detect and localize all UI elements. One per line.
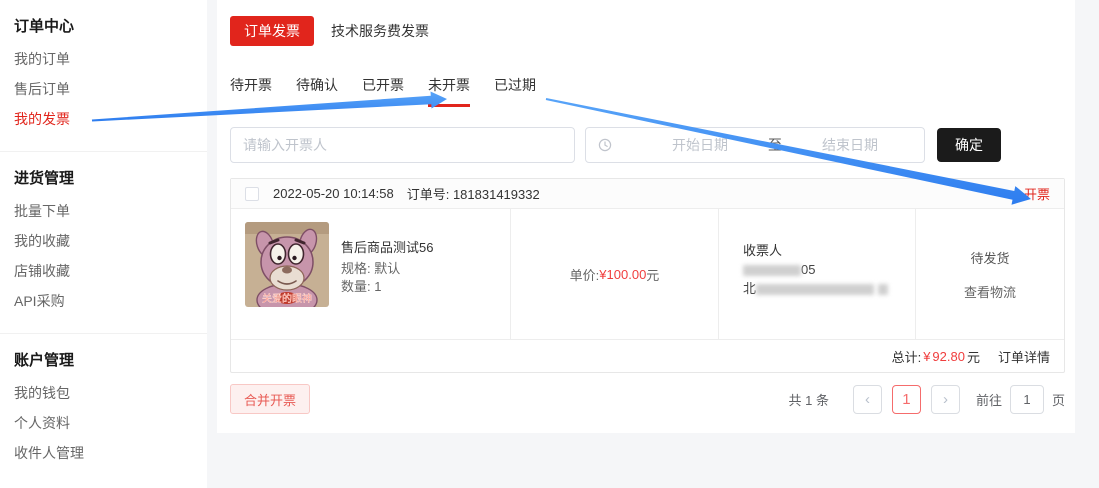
- unit-price-label: 单价:: [570, 265, 600, 284]
- invoice-type-row: 订单发票 技术服务费发票: [230, 16, 1065, 46]
- tab-not-invoiced[interactable]: 未开票: [428, 75, 470, 107]
- chevron-right-icon: ›: [943, 391, 948, 408]
- panel-footer: 合并开票 共 1 条 ‹ 1 › 前往 页: [230, 384, 1065, 414]
- sidebar-section-order-center: 订单中心 我的订单 售后订单 我的发票: [0, 0, 207, 152]
- product-image[interactable]: 关爱的眼神: [245, 222, 329, 307]
- next-page-button[interactable]: ›: [931, 385, 960, 414]
- order-total-row: 总计: ¥ 92.80 元 订单详情: [231, 339, 1064, 372]
- unit-price-unit: 元: [646, 265, 659, 284]
- order-card-body: 关爱的眼神 售后商品测试56 规格: 默认 数量: 1 单价: ¥ 100.00…: [231, 209, 1064, 339]
- end-date-field[interactable]: 结束日期: [788, 135, 912, 155]
- tab-invoiced[interactable]: 已开票: [362, 75, 404, 107]
- clock-icon: [598, 138, 612, 152]
- payee-search-input[interactable]: [230, 127, 575, 163]
- page-1-button[interactable]: 1: [892, 385, 921, 414]
- product-image-caption: 关爱的眼神: [262, 292, 312, 305]
- sidebar-item-recipient-management[interactable]: 收件人管理: [14, 438, 193, 468]
- receiver-address: 北: [743, 280, 905, 298]
- unit-price-currency: ¥: [599, 267, 606, 282]
- sidebar-item-my-invoices[interactable]: 我的发票: [14, 104, 193, 134]
- confirm-button[interactable]: 确定: [937, 128, 1001, 162]
- total-label: 总计:: [892, 347, 922, 366]
- view-logistics-link[interactable]: 查看物流: [964, 282, 1016, 301]
- sidebar-item-my-wallet[interactable]: 我的钱包: [14, 378, 193, 408]
- unit-price-amount: 100.00: [607, 267, 647, 282]
- sidebar-item-my-orders[interactable]: 我的订单: [14, 44, 193, 74]
- phone-redacted-blur: [743, 265, 801, 276]
- goto-label: 前往: [976, 390, 1002, 409]
- sidebar-section-account: 账户管理 我的钱包 个人资料 收件人管理: [0, 334, 207, 485]
- tab-pending-confirm[interactable]: 待确认: [296, 75, 338, 107]
- status-cell: 待发货 查看物流: [916, 209, 1064, 339]
- sidebar-item-shop-favorites[interactable]: 店铺收藏: [14, 256, 193, 286]
- sidebar-section-title: 账户管理: [14, 349, 193, 373]
- address-redacted-blur: [756, 284, 874, 295]
- merge-invoice-button[interactable]: 合并开票: [230, 384, 310, 414]
- order-datetime: 2022-05-20 10:14:58: [273, 186, 394, 201]
- tab-pending-invoice[interactable]: 待开票: [230, 75, 272, 107]
- tab-expired[interactable]: 已过期: [494, 75, 536, 107]
- chevron-left-icon: ‹: [865, 391, 870, 408]
- address-redacted-blur-tail: [878, 284, 888, 295]
- sidebar-section-title: 进货管理: [14, 167, 193, 191]
- total-amount: 92.80: [932, 349, 965, 364]
- receiver-cell: 收票人 05 北: [719, 209, 916, 339]
- sidebar-section-title: 订单中心: [14, 15, 193, 39]
- order-checkbox[interactable]: [245, 187, 259, 201]
- total-unit: 元: [967, 347, 980, 366]
- sidebar-item-aftersale-orders[interactable]: 售后订单: [14, 74, 193, 104]
- sidebar-item-my-favorites[interactable]: 我的收藏: [14, 226, 193, 256]
- phone-visible-suffix: 05: [801, 262, 815, 277]
- sidebar-item-bulk-order[interactable]: 批量下单: [14, 196, 193, 226]
- sidebar-item-profile[interactable]: 个人资料: [14, 408, 193, 438]
- product-name[interactable]: 售后商品测试56: [341, 239, 433, 257]
- product-quantity: 数量: 1: [341, 278, 433, 296]
- receiver-title: 收票人: [743, 242, 905, 260]
- pagination-total: 共 1 条: [789, 390, 829, 409]
- order-card: 2022-05-20 10:14:58 订单号: 181831419332 开票: [230, 178, 1065, 373]
- sidebar-item-api-purchase[interactable]: API采购: [14, 286, 193, 316]
- total-currency: ¥: [923, 349, 930, 364]
- sidebar: 订单中心 我的订单 售后订单 我的发票 进货管理 批量下单 我的收藏 店铺收藏 …: [0, 0, 207, 488]
- order-detail-link[interactable]: 订单详情: [998, 347, 1050, 366]
- unit-price-cell: 单价: ¥ 100.00 元: [511, 209, 719, 339]
- product-cell: 关爱的眼神 售后商品测试56 规格: 默认 数量: 1: [231, 209, 511, 339]
- address-visible-prefix: 北: [743, 281, 756, 296]
- create-invoice-link[interactable]: 开票: [1024, 184, 1050, 203]
- order-status: 待发货: [970, 248, 1009, 267]
- order-invoice-button[interactable]: 订单发票: [230, 16, 314, 46]
- goto-page-input[interactable]: [1010, 385, 1044, 414]
- date-range-picker[interactable]: 开始日期 至 结束日期: [585, 127, 925, 163]
- sidebar-section-purchase: 进货管理 批量下单 我的收藏 店铺收藏 API采购: [0, 152, 207, 334]
- invoice-panel: 订单发票 技术服务费发票 待开票 待确认 已开票 未开票 已过期 开始日期 至 …: [217, 0, 1075, 433]
- prev-page-button[interactable]: ‹: [853, 385, 882, 414]
- order-card-header: 2022-05-20 10:14:58 订单号: 181831419332 开票: [231, 179, 1064, 209]
- start-date-field[interactable]: 开始日期: [638, 135, 762, 155]
- order-number: 订单号: 181831419332: [407, 184, 540, 203]
- goto-unit: 页: [1052, 390, 1065, 409]
- invoice-status-tabs: 待开票 待确认 已开票 未开票 已过期: [230, 75, 1065, 107]
- tech-service-invoice-button[interactable]: 技术服务费发票: [331, 21, 429, 41]
- receiver-phone: 05: [743, 261, 905, 279]
- pagination: 共 1 条 ‹ 1 › 前往 页: [789, 385, 1066, 414]
- filter-row: 开始日期 至 结束日期 确定: [230, 127, 1065, 163]
- product-meta: 售后商品测试56 规格: 默认 数量: 1: [341, 222, 433, 339]
- product-spec: 规格: 默认: [341, 260, 433, 278]
- date-range-separator: 至: [762, 135, 788, 155]
